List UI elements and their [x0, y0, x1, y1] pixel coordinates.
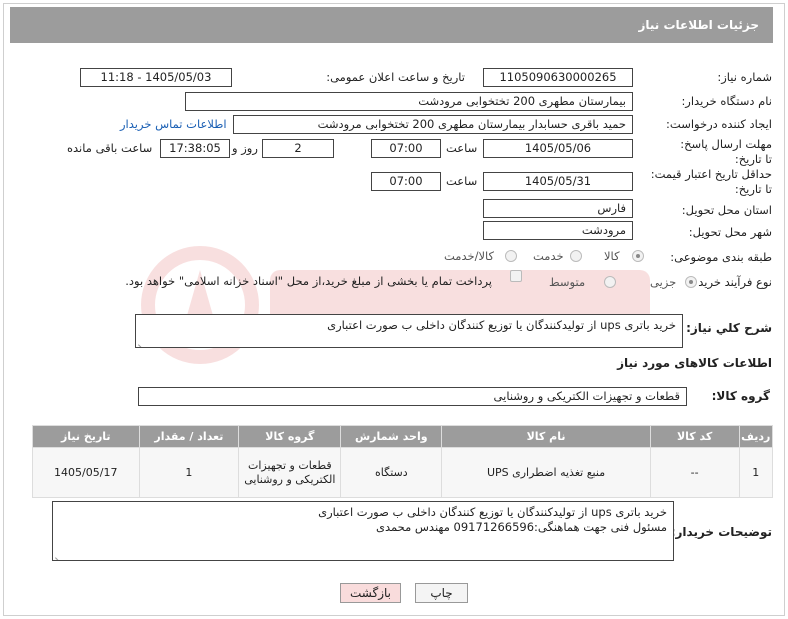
goods-table-header: ردیف کد کالا نام کالا واحد شمارش گروه کا… — [32, 425, 773, 448]
category-goods-service-label: کالا/خدمت — [444, 249, 495, 263]
price-date-field: 1405/05/31 — [483, 172, 633, 191]
category-label: طبقه بندی موضوعی: — [670, 250, 772, 264]
process-minor-label: جزیی — [650, 275, 677, 289]
print-button[interactable]: چاپ — [415, 583, 468, 603]
category-goods-radio[interactable] — [632, 250, 644, 262]
days-field: 2 — [262, 139, 334, 158]
province-field: فارس — [483, 199, 633, 218]
process-minor-radio[interactable] — [685, 276, 697, 288]
city-label: شهر محل تحویل: — [688, 225, 772, 239]
back-button[interactable]: بازگشت — [340, 583, 401, 603]
col-date: تاریخ نیاز — [32, 425, 140, 448]
buyer-org-label: نام دستگاه خریدار: — [681, 94, 772, 108]
col-name: نام کالا — [441, 425, 651, 448]
reply-time-field: 07:00 — [371, 139, 441, 158]
col-unit: واحد شمارش — [340, 425, 443, 448]
cell-unit: دستگاه — [340, 447, 443, 498]
col-qty: تعداد / مقدار — [138, 425, 240, 448]
need-number-field: 1105090630000265 — [483, 68, 633, 87]
treasury-checkbox[interactable] — [510, 270, 522, 282]
cell-qty: 1 — [138, 447, 240, 498]
price-time-label: ساعت — [446, 174, 478, 188]
goods-table: ردیف کد کالا نام کالا واحد شمارش گروه کا… — [32, 425, 773, 498]
buyer-notes-line1: خرید باتری ups از تولیدکنندگان یا توزیع … — [318, 505, 667, 519]
creator-label: ایجاد کننده درخواست: — [666, 117, 772, 131]
remaining-label: ساعت باقی مانده — [67, 141, 153, 155]
col-group: گروه کالا — [238, 425, 342, 448]
goods-group-field: قطعات و تجهیزات الکتریکی و روشنایی — [138, 387, 687, 406]
category-service-radio[interactable] — [570, 250, 582, 262]
reply-deadline-label: مهلت ارسال پاسخ: تا تاریخ: — [680, 137, 772, 166]
city-field: مرودشت — [483, 221, 633, 240]
price-time-field: 07:00 — [371, 172, 441, 191]
announce-label: تاریخ و ساعت اعلان عمومی: — [326, 70, 465, 84]
cell-row: 1 — [738, 447, 773, 498]
col-row: ردیف — [738, 425, 773, 448]
resize-handle-icon[interactable] — [55, 550, 63, 558]
summary-textarea[interactable]: خرید باتری ups از تولیدکنندگان یا توزیع … — [135, 314, 683, 348]
goods-section-title: اطلاعات کالاهای مورد نیاز — [617, 356, 772, 370]
province-label: استان محل تحویل: — [681, 203, 772, 217]
buyer-notes-line2: مسئول فنی جهت هماهنگی:09171266596 مهندس … — [375, 520, 667, 534]
process-medium-radio[interactable] — [604, 276, 616, 288]
remaining-time-field: 17:38:05 — [160, 139, 230, 158]
category-goods-service-radio[interactable] — [505, 250, 517, 262]
process-medium-label: متوسط — [549, 275, 586, 289]
buyer-notes-label: توضیحات خریدار: — [670, 525, 772, 539]
price-validity-label: حداقل تاریخ اعتبار قیمت: تا تاریخ: — [650, 167, 772, 196]
summary-label: شرح کلي نياز: — [686, 321, 772, 335]
need-number-label: شماره نیاز: — [717, 70, 772, 84]
category-goods-label: کالا — [604, 249, 620, 263]
cell-code: -- — [649, 447, 740, 498]
days-label: روز و — [232, 141, 258, 155]
goods-group-label: گروه کالا: — [711, 389, 770, 403]
treasury-note: پرداخت تمام یا بخشی از مبلغ خرید،از محل … — [125, 274, 492, 288]
announce-field: 1405/05/03 - 11:18 — [80, 68, 232, 87]
reply-time-label: ساعت — [446, 141, 478, 155]
cell-group: قطعات و تجهیزات الکتریکی و روشنایی — [238, 447, 342, 498]
page-header: جزئیات اطلاعات نیاز — [10, 7, 773, 43]
table-row: 1 -- منبع تغذیه اضطراری UPS دستگاه قطعات… — [32, 447, 773, 498]
col-code: کد کالا — [649, 425, 740, 448]
process-label: نوع فرآیند خرید : — [690, 275, 772, 289]
creator-field: حمید باقری حسابدار بیمارستان مطهری 200 ت… — [233, 115, 633, 134]
reply-date-field: 1405/05/06 — [483, 139, 633, 158]
buyer-contact-link[interactable]: اطلاعات تماس خریدار — [120, 117, 227, 131]
summary-text: خرید باتری ups از تولیدکنندگان یا توزیع … — [327, 318, 676, 332]
cell-name: منبع تغذیه اضطراری UPS — [441, 447, 651, 498]
buyer-org-field: بیمارستان مطهری 200 تختخوابی مرودشت — [185, 92, 633, 111]
category-service-label: خدمت — [533, 249, 564, 263]
buyer-notes-textarea[interactable]: خرید باتری ups از تولیدکنندگان یا توزیع … — [52, 501, 674, 561]
resize-handle-icon[interactable] — [138, 337, 146, 345]
cell-date: 1405/05/17 — [32, 447, 140, 498]
